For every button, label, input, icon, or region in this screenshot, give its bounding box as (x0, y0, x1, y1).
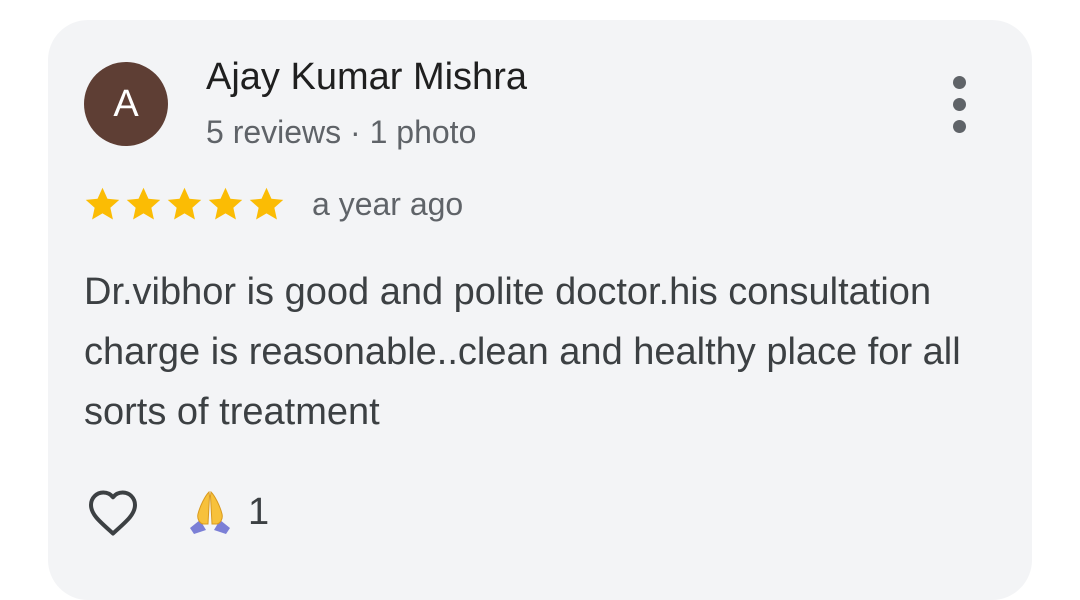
review-time: a year ago (312, 186, 464, 222)
more-options-button[interactable] (940, 76, 980, 134)
star-icon (208, 187, 243, 220)
folded-hands-icon (190, 490, 230, 534)
like-button[interactable] (82, 482, 144, 547)
avatar-letter: A (113, 82, 139, 125)
reaction-count: 1 (248, 490, 270, 533)
reviewer-name[interactable]: Ajay Kumar Mishra (206, 56, 527, 99)
review-text: Dr.vibhor is good and polite doctor.his … (84, 271, 961, 433)
star-icon (249, 187, 284, 220)
menu-dot (953, 76, 966, 89)
heart-outline-icon (89, 490, 137, 536)
avatar[interactable]: A (84, 62, 168, 146)
star-icon (167, 187, 202, 220)
reaction-button[interactable]: 1 (186, 490, 269, 534)
star-icon (126, 187, 161, 220)
star-rating (82, 184, 287, 225)
star-icon (85, 187, 120, 220)
menu-dot (953, 98, 966, 111)
menu-dot (953, 120, 966, 133)
reviewer-meta[interactable]: 5 reviews · 1 photo (206, 114, 476, 151)
